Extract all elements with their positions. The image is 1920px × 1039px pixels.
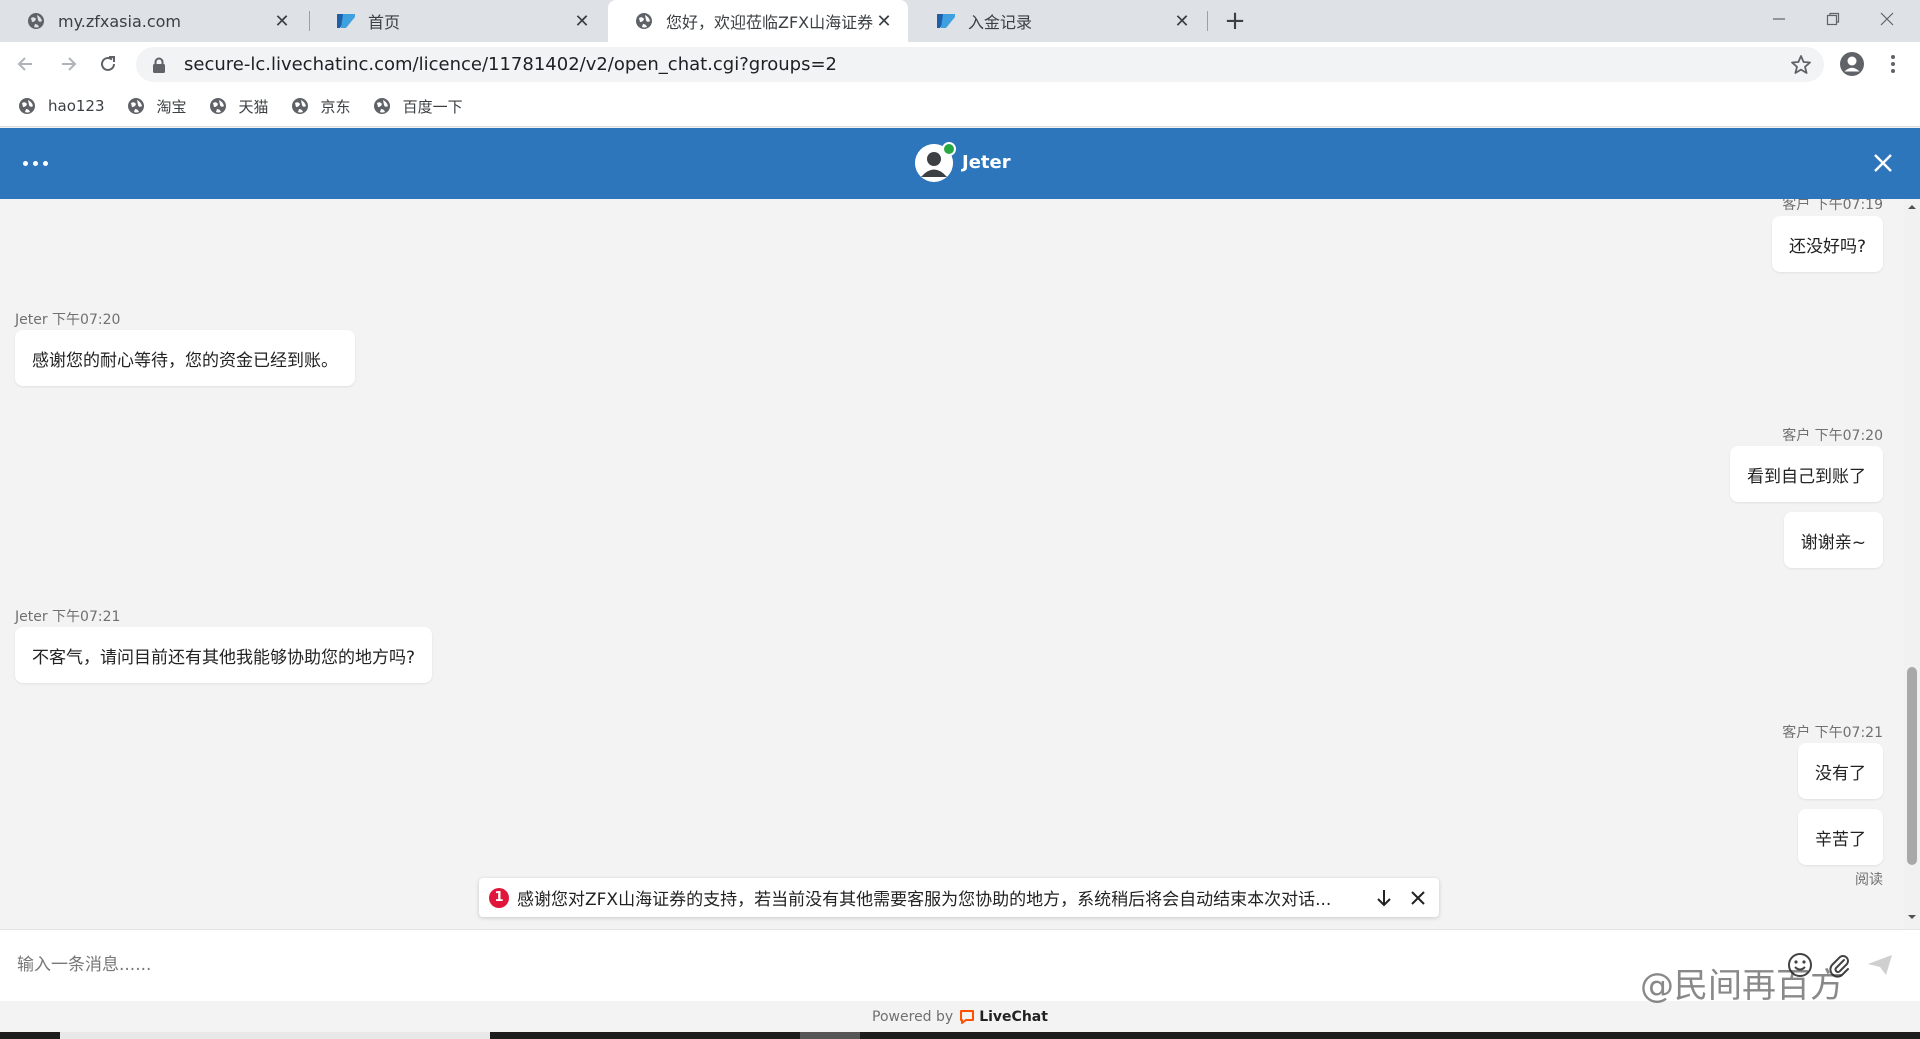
scrollbar-thumb[interactable] <box>1907 667 1917 865</box>
bookmark-tmall[interactable]: 天猫 <box>209 96 269 117</box>
tab-title: 您好，欢迎莅临ZFX山海证券。 <box>666 13 874 32</box>
notice-text: 感谢您对ZFX山海证券的支持，若当前没有其他需要客服为您协助的地方，系统稍后将会… <box>517 890 1332 910</box>
browser-tab[interactable]: 首页 ✕ <box>310 0 606 42</box>
profile-avatar-icon[interactable] <box>1839 51 1865 77</box>
agent-name: Jeter <box>962 152 1011 173</box>
bookmark-baidu[interactable]: 百度一下 <box>373 96 463 117</box>
message-meta: 客户 下午07:21 <box>1782 725 1883 741</box>
forward-button[interactable] <box>52 48 84 80</box>
new-tab-button[interactable]: + <box>1222 8 1248 34</box>
agent-message: 不客气，请问目前还有其他我能够协助您的地方吗? <box>15 627 433 683</box>
tab-divider <box>1207 11 1208 31</box>
message-meta: 客户 下午07:20 <box>1782 428 1883 444</box>
reload-button[interactable] <box>92 48 124 80</box>
message-meta: Jeter 下午07:20 <box>15 312 121 328</box>
taskbar-item[interactable] <box>800 1032 860 1039</box>
bookmark-taobao[interactable]: 淘宝 <box>127 96 187 117</box>
agent-message: 感谢您的耐心等待，您的资金已经到账。 <box>15 330 355 386</box>
window-close-button[interactable] <box>1860 0 1914 38</box>
livechat-brand: LiveChat <box>979 1008 1048 1025</box>
browser-tab-active[interactable]: 您好，欢迎莅临ZFX山海证券。 ✕ <box>608 0 908 42</box>
powered-by-text: Powered by <box>872 1008 954 1025</box>
close-notice-icon[interactable] <box>1407 887 1429 909</box>
bookmark-label: 天猫 <box>238 97 269 116</box>
message-scrollbar[interactable] <box>1904 199 1920 929</box>
tab-close-icon[interactable]: ✕ <box>572 11 592 32</box>
browser-tab-strip: my.zfxasia.com ✕ 首页 ✕ 您好，欢迎莅临ZFX山海证券。 ✕ … <box>0 0 1920 42</box>
minimize-button[interactable] <box>1752 0 1806 38</box>
tab-close-icon[interactable]: ✕ <box>874 11 894 32</box>
globe-icon <box>127 97 145 115</box>
read-receipt: 阅读 <box>1855 872 1883 888</box>
customer-message: 看到自己到账了 <box>1730 446 1883 502</box>
powered-by-footer[interactable]: Powered by LiveChat <box>0 1001 1920 1032</box>
close-chat-icon[interactable] <box>1870 150 1896 176</box>
message-input[interactable] <box>0 930 1750 1000</box>
globe-icon <box>18 97 36 115</box>
tab-close-icon[interactable]: ✕ <box>272 11 292 32</box>
bookmark-jd[interactable]: 京东 <box>291 96 351 117</box>
tab-title: my.zfxasia.com <box>58 11 182 31</box>
taskbar-active-item[interactable] <box>60 1032 490 1039</box>
globe-icon <box>373 97 391 115</box>
livechat-logo-icon <box>959 1009 975 1025</box>
bookmark-label: hao123 <box>48 97 105 115</box>
customer-message: 还没好吗? <box>1771 216 1883 272</box>
bookmarks-bar: hao123 淘宝 天猫 京东 百度一下 <box>0 86 1920 127</box>
customer-message: 谢谢亲~ <box>1783 512 1883 568</box>
online-status-dot <box>942 142 956 156</box>
chat-header: Jeter <box>0 128 1920 199</box>
os-taskbar <box>0 1032 1920 1039</box>
lock-icon[interactable] <box>150 56 168 74</box>
bookmark-star-icon[interactable] <box>1790 54 1812 76</box>
url-text: secure-lc.livechatinc.com/licence/117814… <box>184 54 837 75</box>
new-message-notice[interactable]: 1 感谢您对ZFX山海证券的支持，若当前没有其他需要客服为您协助的地方，系统稍后… <box>479 878 1439 917</box>
arrow-down-icon[interactable] <box>1373 887 1395 909</box>
tab-title: 首页 <box>368 13 401 32</box>
globe-icon <box>634 11 654 31</box>
customer-message: 辛苦了 <box>1798 809 1883 865</box>
customer-message: 没有了 <box>1798 743 1883 799</box>
bookmark-label: 百度一下 <box>402 97 463 116</box>
browser-toolbar: secure-lc.livechatinc.com/licence/117814… <box>0 42 1920 86</box>
restore-button[interactable] <box>1806 0 1860 38</box>
watermark-text: @民间再百方 <box>1640 966 1844 1006</box>
bookmark-label: 京东 <box>320 97 351 116</box>
back-button[interactable] <box>10 48 42 80</box>
browser-menu-icon[interactable] <box>1880 51 1906 77</box>
scroll-up-arrow-icon[interactable] <box>1904 203 1920 215</box>
message-list: 客户 下午07:19 还没好吗? Jeter 下午07:20 感谢您的耐心等待，… <box>0 199 1904 929</box>
tab-title: 入金记录 <box>968 13 1033 32</box>
browser-tab[interactable]: my.zfxasia.com ✕ <box>0 0 306 42</box>
scroll-down-arrow-icon[interactable] <box>1904 913 1920 925</box>
zfx-logo-icon <box>336 11 356 31</box>
address-bar[interactable]: secure-lc.livechatinc.com/licence/117814… <box>136 47 1824 82</box>
globe-icon <box>26 11 46 31</box>
zfx-logo-icon <box>936 11 956 31</box>
unread-count-badge: 1 <box>489 887 509 908</box>
bookmark-hao123[interactable]: hao123 <box>18 97 105 115</box>
browser-tab[interactable]: 入金记录 ✕ <box>910 0 1206 42</box>
message-meta: Jeter 下午07:21 <box>15 609 121 625</box>
tab-close-icon[interactable]: ✕ <box>1172 11 1192 32</box>
globe-icon <box>209 97 227 115</box>
message-composer <box>0 929 1920 1001</box>
bookmark-label: 淘宝 <box>156 97 187 116</box>
send-icon[interactable] <box>1865 950 1895 980</box>
globe-icon <box>291 97 309 115</box>
more-options-icon[interactable] <box>20 150 50 176</box>
message-meta: 客户 下午07:19 <box>1782 199 1883 213</box>
